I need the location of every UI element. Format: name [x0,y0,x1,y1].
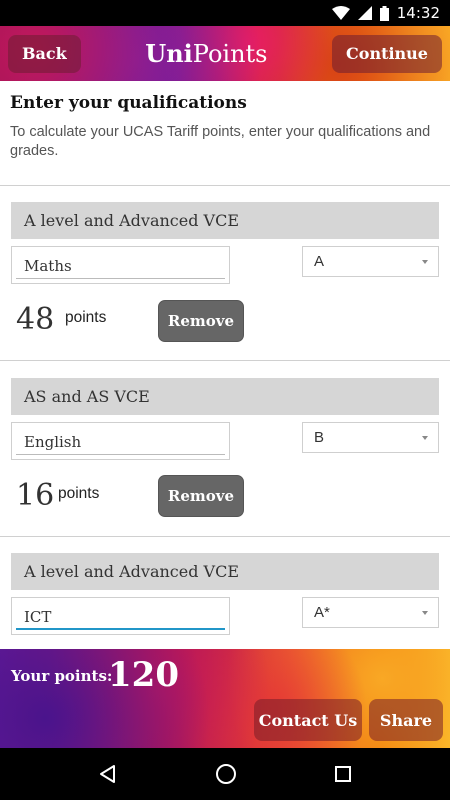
back-triangle-icon[interactable] [98,764,118,784]
grade-dropdown[interactable]: A [302,246,439,277]
dropdown-caret-icon [422,436,428,440]
remove-button[interactable]: Remove [158,475,244,517]
total-points-value: 120 [108,655,179,695]
points-label: points [58,485,100,502]
grade-value: A [314,253,325,270]
remove-button[interactable]: Remove [158,300,244,342]
points-footer: Your points: 120 Contact Us Share [0,649,450,748]
status-bar: 14:32 [0,0,450,26]
subject-value: ICT [24,608,52,626]
app-title-bold: Uni [145,39,193,68]
qualification-type-select[interactable]: A level and Advanced VCE [11,202,439,239]
points-value: 16 [16,478,55,513]
grade-value: A* [314,604,330,621]
divider [0,185,450,186]
contact-us-button[interactable]: Contact Us [254,699,362,741]
qualification-type-select[interactable]: AS and AS VCE [11,378,439,415]
battery-icon [379,5,389,21]
page-heading: Enter your qualifications [10,93,247,113]
status-time: 14:32 [396,4,440,22]
continue-button[interactable]: Continue [332,34,442,73]
system-nav-bar [0,748,450,800]
qualification-type-select[interactable]: A level and Advanced VCE [11,553,439,590]
subject-input[interactable]: Maths [11,246,230,284]
back-button[interactable]: Back [8,34,81,73]
qualification-card: A level and Advanced VCE Maths A 48 poin… [0,202,450,362]
subject-value: English [24,433,82,451]
grade-dropdown[interactable]: A* [302,597,439,628]
dropdown-caret-icon [422,611,428,615]
points-label: points [65,309,107,326]
app-title: UniPoints [145,39,267,68]
points-value: 48 [16,302,55,337]
recents-square-icon[interactable] [334,765,352,783]
qualification-card: AS and AS VCE English B 16 points Remove [0,378,450,538]
divider [0,536,450,537]
input-underline [16,278,225,279]
input-underline [16,454,225,455]
divider [0,360,450,361]
grade-dropdown[interactable]: B [302,422,439,453]
your-points-label: Your points: [11,667,113,685]
page-description: To calculate your UCAS Tariff points, en… [10,124,431,159]
home-circle-icon[interactable] [215,763,237,785]
subject-input[interactable]: English [11,422,230,460]
dropdown-caret-icon [422,260,428,264]
intro-section: Enter your qualifications To calculate y… [0,81,450,161]
subject-value: Maths [24,257,72,275]
grade-value: B [314,429,325,446]
subject-input[interactable]: ICT [11,597,230,635]
wifi-icon [331,6,350,20]
qualification-card: A level and Advanced VCE ICT A* [0,553,450,649]
signal-icon [357,6,372,20]
input-underline-active [16,628,225,630]
share-button[interactable]: Share [369,699,443,741]
app-title-light: Points [192,40,268,68]
app-header: Back UniPoints Continue [0,26,450,81]
